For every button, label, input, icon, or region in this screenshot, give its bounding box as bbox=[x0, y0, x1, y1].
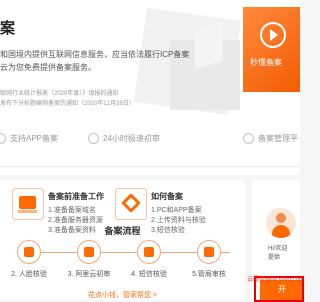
prep-title: 备案前准备工作 bbox=[48, 192, 104, 201]
how-to-title: 如何备案 bbox=[151, 192, 183, 201]
prep-item[interactable]: 1.准备备案域名 bbox=[48, 205, 96, 215]
flow-step-label: 2. 人脸核验 bbox=[11, 271, 47, 278]
sms-icon bbox=[137, 240, 161, 264]
feature-fast-review: 24小时极速初审 bbox=[88, 133, 160, 144]
flow-step-label: 3. 阿里云初审 bbox=[67, 271, 111, 278]
flow-step: 4. 短信核验 bbox=[124, 240, 174, 279]
hero-banner: 案 和国境内提供互联网信息服务，应当依法履行ICP备案 云为您免费提供备案服务。… bbox=[0, 0, 300, 175]
face-scan-icon bbox=[17, 240, 41, 264]
app-icon bbox=[0, 133, 6, 144]
manage-icon bbox=[243, 133, 254, 144]
review-icon bbox=[77, 240, 101, 264]
clock-icon bbox=[88, 133, 99, 144]
video-label: 秒懂备案 bbox=[250, 58, 282, 67]
flow-title: 备案流程 bbox=[104, 226, 141, 236]
feature-management: 备案管理平 bbox=[243, 133, 298, 144]
assist-link[interactable]: 花点小钱，管家帮您 > bbox=[0, 290, 245, 300]
guide-panel: 备案前准备工作 1.准备备案域名 2.准备服务器资源 3.准备备案资料 如何备案… bbox=[0, 180, 245, 300]
hero-description-line: 和国境内提供互联网信息服务，应当依法履行ICP备案 bbox=[0, 50, 190, 59]
flow-step: 3. 阿里云初审 bbox=[64, 240, 114, 279]
cube-icon bbox=[115, 188, 147, 220]
welcome-text: Hi!欢迎 bbox=[268, 246, 288, 252]
feature-label: 支持APP备案 bbox=[10, 134, 59, 143]
notice-link[interactable]: 联网行业统计报表（2020年度）》填报的通知 bbox=[0, 88, 118, 97]
welcome-text: 提供 bbox=[268, 255, 281, 261]
feature-app-support: 支持APP备案 bbox=[0, 133, 58, 144]
feature-label: 备案管理平 bbox=[258, 134, 298, 143]
hero-description-line: 云为您免费提供备案服务。 bbox=[0, 63, 96, 72]
play-icon[interactable] bbox=[260, 22, 286, 48]
divider bbox=[0, 166, 300, 167]
notice-link[interactable]: 发布下分析题编例备案的通知（2020年12月28日） bbox=[0, 98, 135, 107]
prep-icon bbox=[12, 188, 44, 220]
watermark: 云服务器网 yfwq.com bbox=[247, 277, 305, 283]
how-to-item[interactable]: 1.PC和APP备案 bbox=[151, 205, 202, 215]
feature-label: 24小时极速初审 bbox=[103, 134, 160, 143]
approval-icon bbox=[197, 240, 221, 264]
avatar bbox=[266, 208, 296, 238]
feature-bar: 支持APP备案 24小时极速初审 备案管理平 bbox=[0, 133, 300, 149]
flow-step: 2. 人脸核验 bbox=[4, 240, 54, 279]
flow-step-label: 4. 短信核验 bbox=[131, 271, 167, 278]
page-title: 案 bbox=[0, 20, 16, 37]
video-card[interactable]: 秒懂备案 bbox=[243, 7, 300, 92]
flow-step-label: 5.管局审核 bbox=[192, 271, 226, 278]
flow-step: 5.管局审核 bbox=[184, 240, 234, 279]
